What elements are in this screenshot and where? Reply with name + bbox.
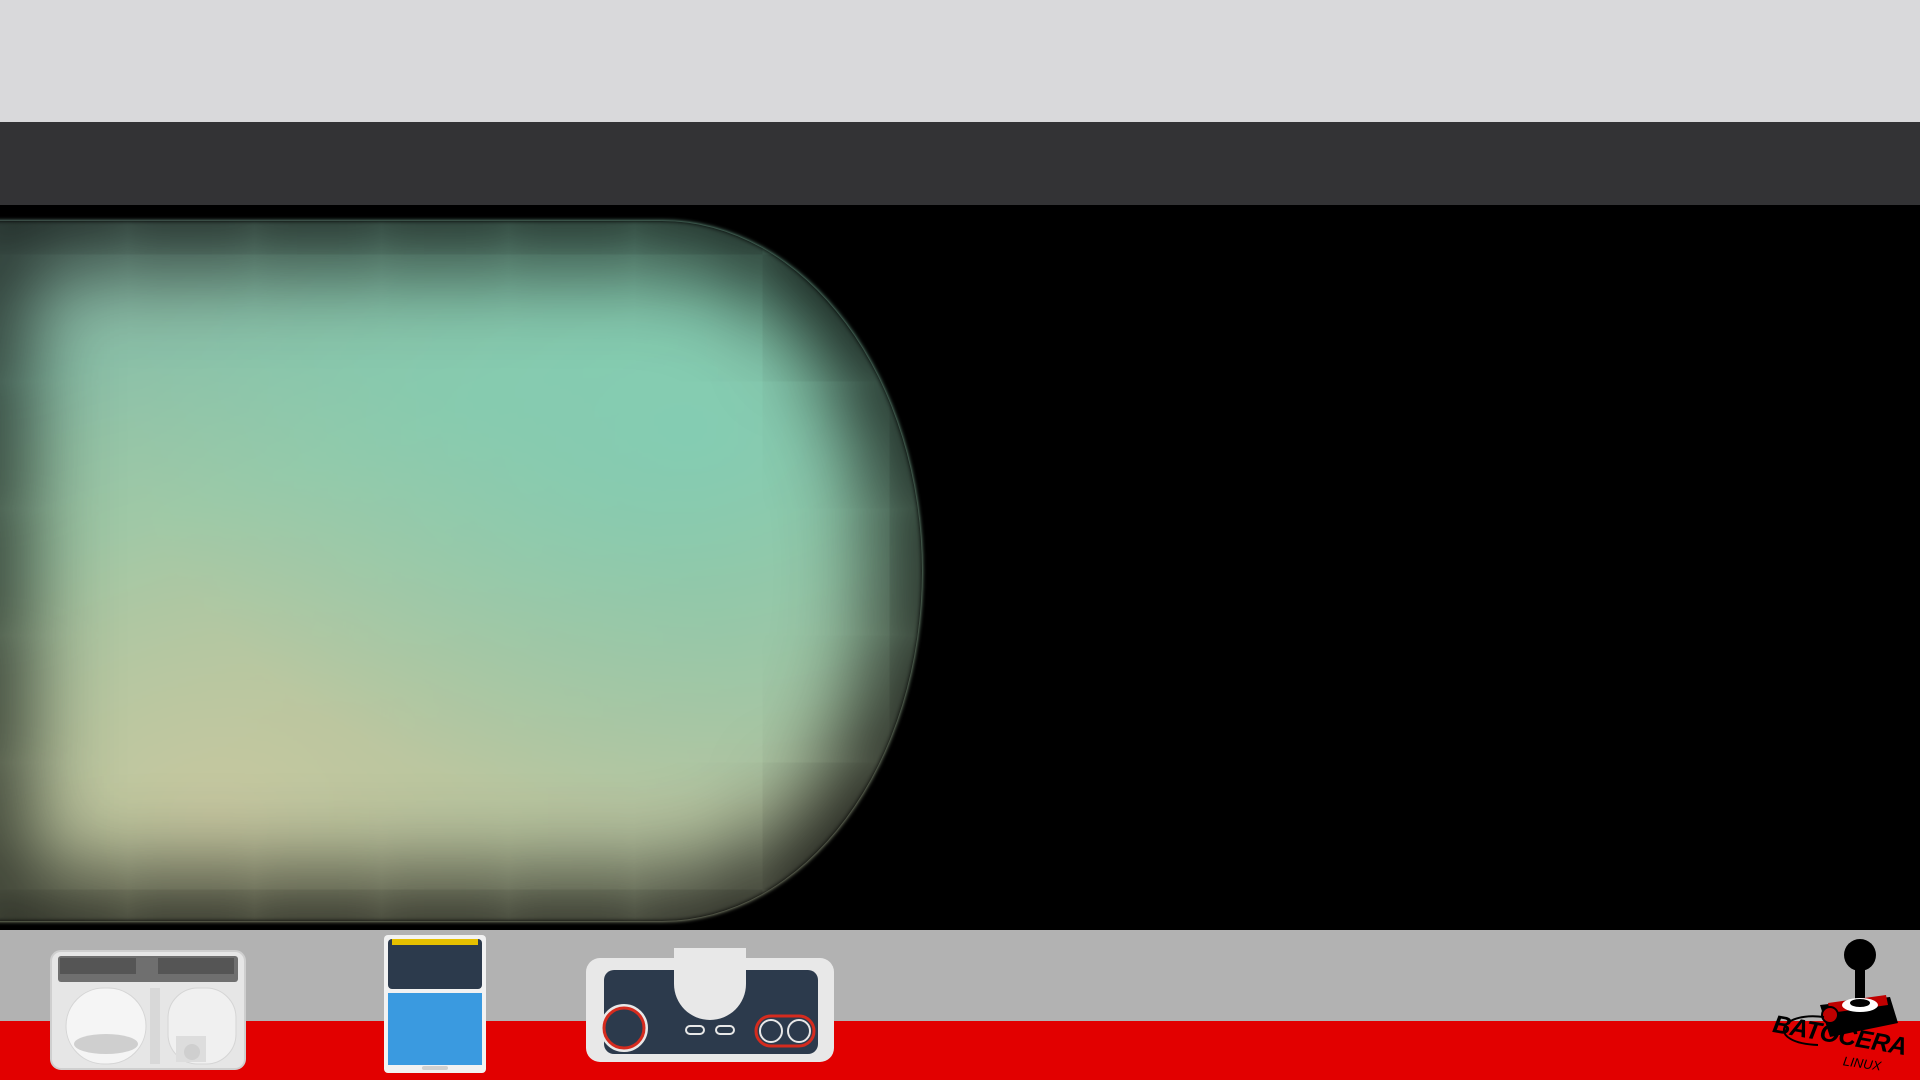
controller-icon (586, 948, 834, 1062)
bottom-bar-red (0, 1021, 1920, 1080)
bottom-bar-grey (0, 930, 1920, 1021)
top-band (0, 0, 1920, 122)
title-band (0, 122, 1920, 205)
game-video-area (0, 205, 1920, 930)
hucard-icon (384, 935, 486, 1073)
console-icon (50, 950, 246, 1070)
video-vignette (0, 221, 922, 921)
